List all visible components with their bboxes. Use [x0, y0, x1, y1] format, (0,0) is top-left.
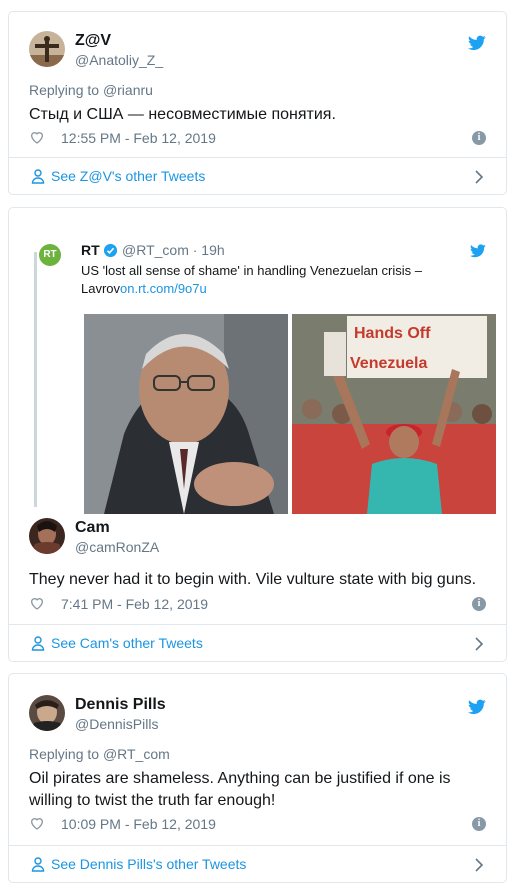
tweet-header: Cam @camRonZA: [29, 518, 486, 558]
chevron-right-icon[interactable]: [474, 637, 484, 651]
sign-text-1: Hands Off: [354, 325, 431, 342]
thread-line: [34, 252, 37, 507]
see-other-tweets[interactable]: See Dennis Pills's other Tweets: [9, 845, 506, 882]
see-other-tweets-label[interactable]: See Z@V's other Tweets: [51, 167, 205, 185]
replying-to: Replying to @RT_com: [29, 746, 170, 762]
replying-label: Replying to: [29, 746, 103, 762]
tweet-card-3: Dennis Pills @DennisPills Replying to @R…: [8, 673, 507, 883]
tweet-card-2: RT RT @RT_com · 19h US 'lost all sense o…: [8, 207, 507, 662]
timestamp[interactable]: 10:09 PM - Feb 12, 2019: [61, 815, 216, 833]
quoted-author-handle[interactable]: @RT_com · 19h: [122, 242, 225, 258]
author-handle[interactable]: @Anatoliy_Z_: [75, 51, 163, 69]
heart-icon[interactable]: [29, 595, 45, 611]
replying-label: Replying to: [29, 82, 103, 98]
author-name[interactable]: Dennis Pills: [75, 695, 166, 715]
person-icon: [31, 636, 45, 651]
tweet-header: Z@V @Anatoliy_Z_: [29, 31, 486, 71]
see-other-tweets[interactable]: See Z@V's other Tweets: [9, 157, 506, 194]
tweet-meta: 12:55 PM - Feb 12, 2019 i: [29, 129, 486, 147]
tweet-header: Dennis Pills @DennisPills: [29, 695, 486, 735]
tweet-meta: 10:09 PM - Feb 12, 2019 i: [29, 815, 486, 833]
timestamp[interactable]: 12:55 PM - Feb 12, 2019: [61, 129, 216, 147]
info-icon[interactable]: i: [472, 597, 486, 611]
twitter-bird-icon[interactable]: [468, 699, 486, 715]
see-other-tweets-label[interactable]: See Dennis Pills's other Tweets: [51, 855, 246, 873]
see-other-tweets[interactable]: See Cam's other Tweets: [9, 624, 506, 661]
tweet-text: They never had it to begin with. Vile vu…: [29, 571, 477, 588]
tweet-meta: 7:41 PM - Feb 12, 2019 i: [29, 595, 486, 613]
sign-text-2: Venezuela: [350, 355, 427, 372]
avatar[interactable]: [29, 695, 65, 731]
timestamp[interactable]: 7:41 PM - Feb 12, 2019: [61, 595, 208, 613]
photo-lavrov[interactable]: [84, 314, 288, 514]
quoted-link[interactable]: on.rt.com/9o7u: [120, 281, 207, 296]
twitter-bird-icon[interactable]: [468, 35, 486, 51]
twitter-bird-icon[interactable]: [470, 244, 486, 258]
verified-icon: [104, 244, 117, 257]
heart-icon[interactable]: [29, 815, 45, 831]
tweet-text: Oil pirates are shameless. Anything can …: [29, 770, 451, 809]
tweet-text: Стыд и США — несовместимые понятия.: [29, 106, 336, 123]
photo-protest[interactable]: Hands Off Venezuela: [292, 314, 496, 514]
heart-icon[interactable]: [29, 129, 45, 145]
reply-to-link[interactable]: @rianru: [103, 82, 153, 98]
person-icon: [31, 169, 45, 184]
author-handle[interactable]: @DennisPills: [75, 715, 158, 733]
replying-to: Replying to @rianru: [29, 82, 153, 98]
quoted-tweet[interactable]: RT RT @RT_com · 19h US 'lost all sense o…: [21, 222, 496, 514]
chevron-right-icon[interactable]: [474, 170, 484, 184]
author-name[interactable]: Z@V: [75, 31, 111, 51]
chevron-right-icon[interactable]: [474, 858, 484, 872]
see-other-tweets-label[interactable]: See Cam's other Tweets: [51, 634, 203, 652]
author-name[interactable]: Cam: [75, 518, 110, 538]
avatar[interactable]: [29, 31, 65, 67]
info-icon[interactable]: i: [472, 131, 486, 145]
tweet-card-1: Z@V @Anatoliy_Z_ Replying to @rianru Сты…: [8, 11, 507, 195]
avatar[interactable]: [29, 518, 65, 554]
reply-to-link[interactable]: @RT_com: [103, 746, 170, 762]
author-handle[interactable]: @camRonZA: [75, 538, 159, 556]
quoted-author-name[interactable]: RT: [81, 242, 100, 258]
info-icon[interactable]: i: [472, 817, 486, 831]
quoted-text: US 'lost all sense of shame' in handling…: [81, 262, 481, 298]
rt-avatar[interactable]: RT: [39, 244, 61, 266]
person-icon: [31, 857, 45, 872]
